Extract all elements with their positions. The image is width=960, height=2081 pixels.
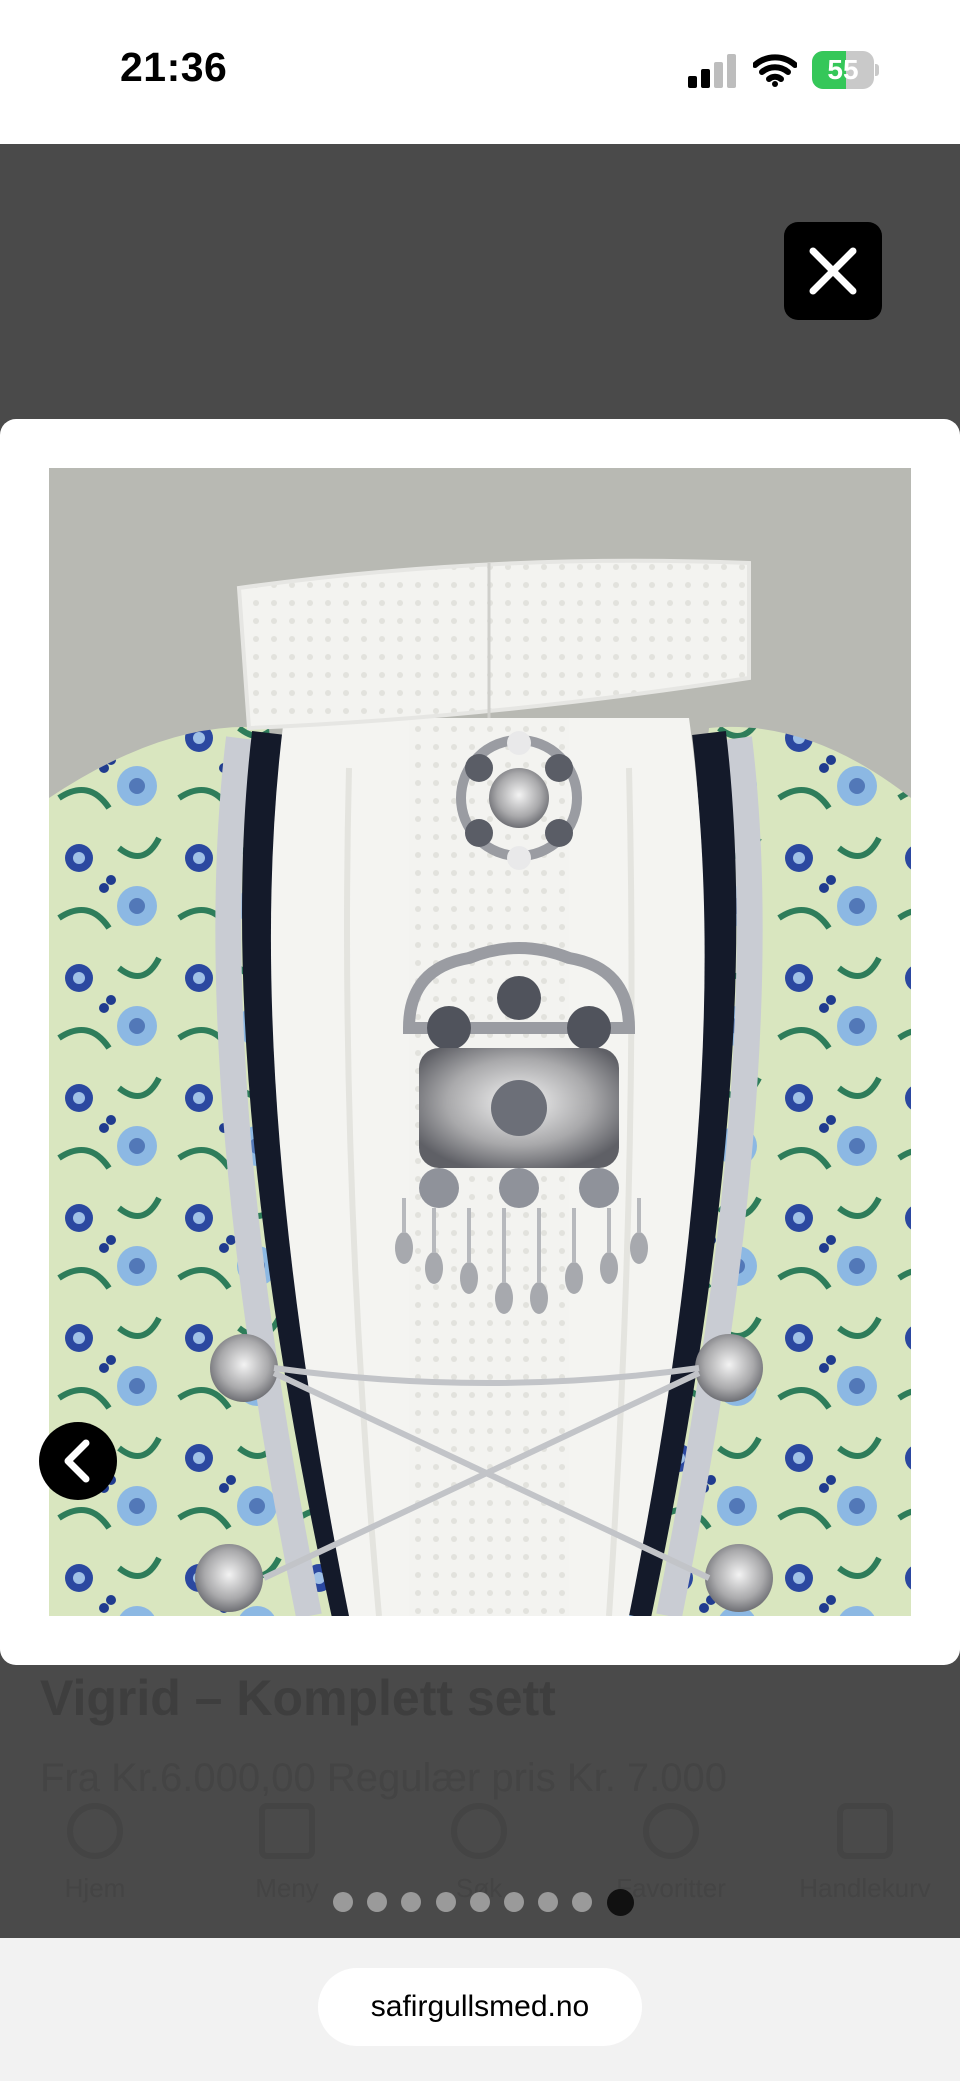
pager-dot[interactable] (401, 1892, 421, 1912)
nav-label: Handlekurv (799, 1873, 931, 1903)
pager-dot[interactable] (333, 1892, 353, 1912)
wifi-icon (753, 54, 797, 87)
nav-home: Hjem (20, 1795, 170, 1925)
url-field[interactable]: safirgullsmed.no (318, 1968, 642, 2046)
close-icon (809, 247, 857, 295)
image-pager (333, 1889, 634, 1917)
pager-dot[interactable] (436, 1892, 456, 1912)
battery-level: 55 (827, 54, 859, 85)
product-photo[interactable] (49, 468, 911, 1616)
prev-image-button[interactable] (39, 1422, 117, 1500)
nav-label: Hjem (64, 1873, 126, 1903)
nav-cart: Handlekurv (790, 1795, 940, 1925)
heart-icon (643, 1803, 699, 1859)
pager-dot[interactable] (572, 1892, 592, 1912)
image-viewer-card (0, 419, 960, 1665)
status-bar: 21:36 55 (0, 0, 960, 144)
pager-dot[interactable] (538, 1892, 558, 1912)
pager-dot[interactable] (504, 1892, 524, 1912)
bunad-jewelry-illustration (49, 468, 911, 1616)
chevron-left-icon (64, 1439, 90, 1483)
browser-url-bar: safirgullsmed.no (0, 1938, 960, 2081)
cellular-signal-icon (688, 54, 736, 88)
battery-charging-icon: 55 (812, 51, 879, 89)
close-button[interactable] (784, 222, 882, 320)
search-icon (451, 1803, 507, 1859)
pager-dot[interactable] (470, 1892, 490, 1912)
bag-icon (837, 1803, 893, 1859)
status-time: 21:36 (120, 44, 228, 90)
home-icon (67, 1803, 123, 1859)
product-title: Vigrid – Komplett sett (40, 1670, 556, 1726)
pager-dot[interactable] (367, 1892, 387, 1912)
menu-icon (259, 1803, 315, 1859)
pager-dot-active[interactable] (607, 1889, 634, 1916)
